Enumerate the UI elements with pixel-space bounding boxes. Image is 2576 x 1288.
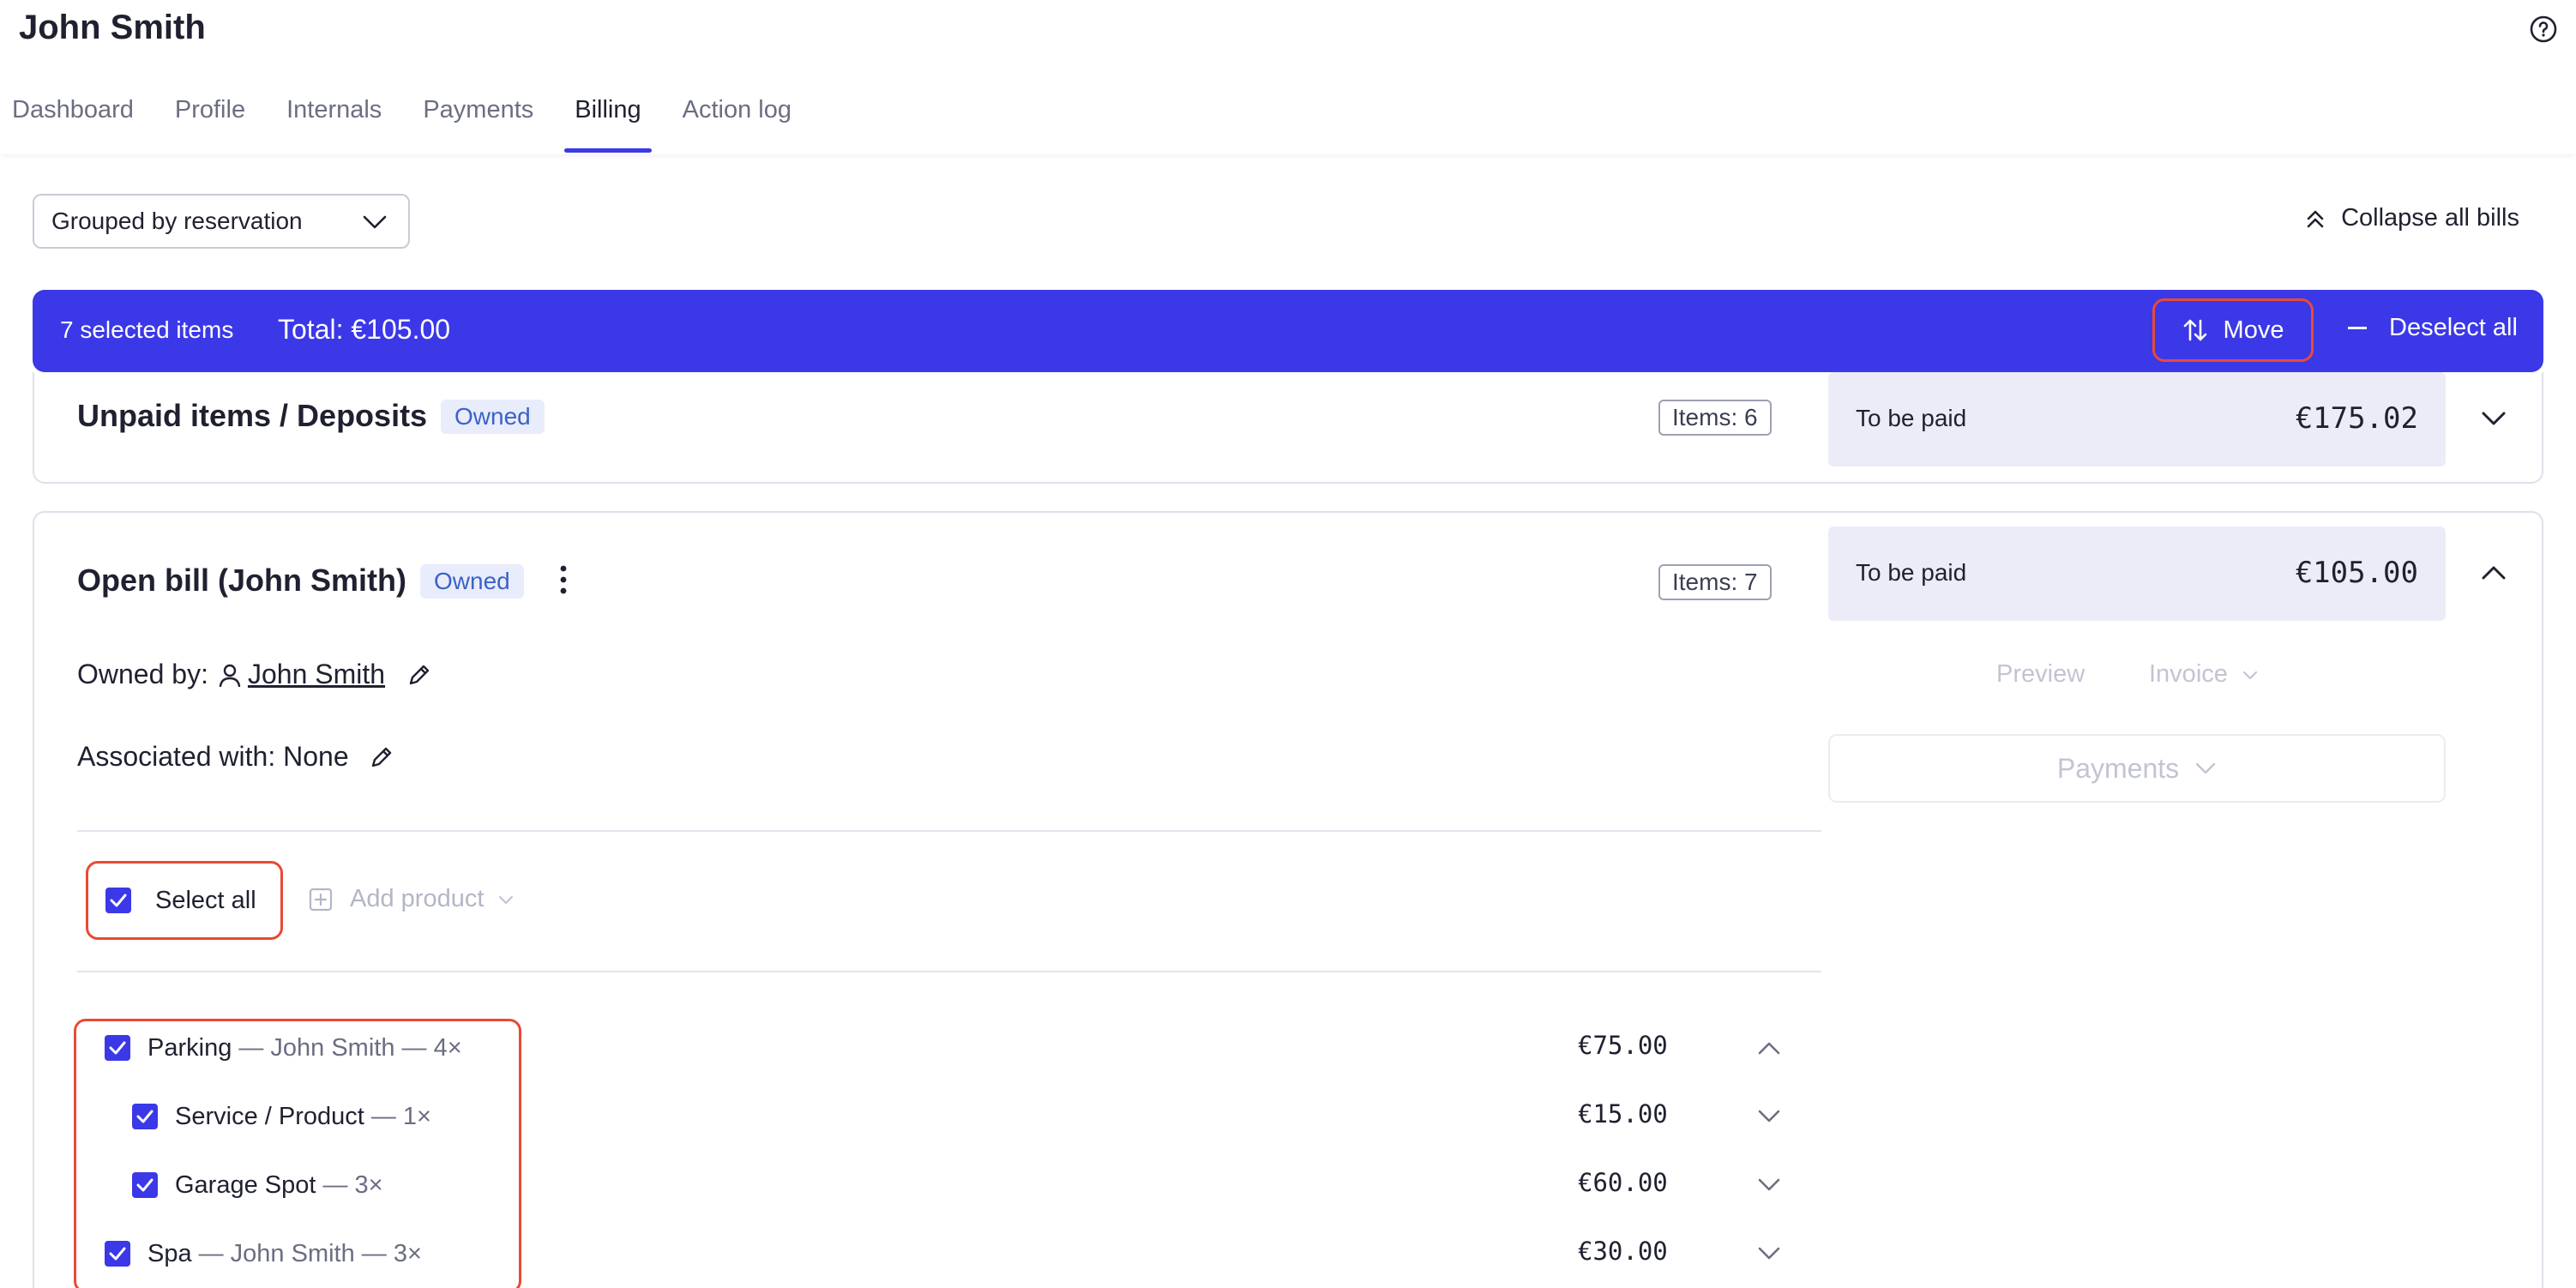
chevron-down-icon — [499, 895, 514, 904]
checkbox-checked-icon[interactable] — [132, 1104, 158, 1129]
owner-link[interactable]: John Smith — [248, 659, 385, 690]
item-price: €60.00 — [1578, 1168, 1668, 1197]
to-be-paid-amount: €175.02 — [2295, 401, 2418, 436]
payments-label: Payments — [2056, 752, 2180, 784]
tab-payments[interactable]: Payments — [412, 91, 544, 153]
grouping-select[interactable]: Grouped by reservation — [33, 194, 410, 249]
chevron-up-icon[interactable] — [2480, 563, 2507, 583]
divider — [77, 830, 1821, 832]
chevron-up-icon[interactable] — [1756, 1039, 1782, 1056]
move-label: Move — [2223, 316, 2284, 344]
chevron-down-icon[interactable] — [2480, 408, 2507, 429]
bill-card-open: Open bill (John Smith) Owned Items: 7 To… — [33, 511, 2543, 1288]
double-chevron-up-icon — [2307, 210, 2324, 227]
add-product-button[interactable]: Add product — [309, 885, 532, 913]
item-meta: — 1× — [370, 1102, 431, 1130]
collapse-all-button[interactable]: Collapse all bills — [2305, 204, 2519, 232]
pencil-icon[interactable] — [370, 745, 394, 769]
page-title: John Smith — [19, 9, 206, 46]
deselect-all-label: Deselect all — [2389, 314, 2518, 341]
collapse-all-label: Collapse all bills — [2341, 204, 2519, 232]
add-product-label: Add product — [350, 885, 485, 912]
items-count: Items: 6 — [1658, 400, 1772, 436]
list-item[interactable]: Spa — John Smith — 3× — [105, 1237, 422, 1271]
invoice-dropdown[interactable]: Invoice — [2149, 660, 2259, 689]
grouping-select-value: Grouped by reservation — [51, 208, 303, 234]
tab-internals[interactable]: Internals — [276, 91, 392, 153]
selection-bar: 7 selected items Total: €105.00 Move Des… — [33, 290, 2543, 372]
selected-total: Total: €105.00 — [278, 314, 451, 345]
checkbox-checked-icon[interactable] — [132, 1172, 158, 1198]
to-be-paid-label: To be paid — [1856, 559, 1967, 586]
swap-vertical-icon — [2183, 319, 2206, 341]
bill-title: Open bill (John Smith) — [77, 563, 406, 598]
invoice-label: Invoice — [2149, 660, 2228, 688]
owned-badge: Owned — [420, 564, 524, 599]
list-item[interactable]: Service / Product — 1× — [132, 1099, 431, 1134]
item-price: €75.00 — [1578, 1031, 1668, 1060]
item-meta: — 3× — [322, 1171, 383, 1199]
chevron-down-icon — [2242, 671, 2257, 679]
associated-with: Associated with: None — [77, 741, 394, 773]
plus-square-icon — [309, 888, 333, 911]
checkbox-checked-icon[interactable] — [105, 1241, 130, 1267]
tab-billing[interactable]: Billing — [564, 91, 653, 153]
associated-label: Associated with: None — [77, 741, 349, 772]
owned-by: Owned by: John Smith — [77, 659, 431, 690]
preview-button[interactable]: Preview — [1996, 660, 2085, 689]
chevron-down-icon[interactable] — [1756, 1245, 1782, 1262]
selected-count: 7 selected items — [60, 316, 234, 343]
select-all-label: Select all — [155, 886, 256, 914]
user-icon — [219, 664, 241, 687]
select-all-checkbox[interactable]: Select all — [86, 861, 283, 940]
items-count: Items: 7 — [1658, 564, 1772, 600]
chevron-down-icon — [363, 215, 387, 229]
tab-profile[interactable]: Profile — [165, 91, 256, 153]
item-name: Garage Spot — [175, 1171, 316, 1199]
help-icon[interactable] — [2528, 14, 2559, 45]
deselect-all-button[interactable]: Deselect all — [2348, 314, 2518, 342]
to-be-paid-label: To be paid — [1856, 405, 1967, 431]
pencil-icon[interactable] — [407, 663, 431, 687]
tab-dashboard[interactable]: Dashboard — [0, 91, 144, 153]
divider — [77, 971, 1821, 972]
chevron-down-icon — [2195, 762, 2216, 774]
move-button[interactable]: Move — [2152, 298, 2314, 362]
tab-bar: Dashboard Profile Internals Payments Bil… — [0, 91, 822, 153]
list-item[interactable]: Garage Spot — 3× — [132, 1168, 383, 1202]
bill-card-unpaid: Unpaid items / Deposits Owned Items: 6 T… — [33, 372, 2543, 484]
item-name: Parking — [147, 1033, 232, 1062]
list-item[interactable]: Parking — John Smith — 4× — [105, 1031, 462, 1065]
more-vertical-icon[interactable] — [557, 563, 569, 597]
payments-dropdown[interactable]: Payments — [1828, 734, 2446, 803]
checkbox-checked-icon[interactable] — [105, 1035, 130, 1061]
to-be-paid-amount: €105.00 — [2295, 556, 2418, 590]
item-price: €15.00 — [1578, 1099, 1668, 1129]
item-meta: — John Smith — 4× — [238, 1033, 462, 1062]
chevron-down-icon[interactable] — [1756, 1108, 1782, 1125]
item-meta: — John Smith — 3× — [198, 1239, 422, 1267]
tab-action-log[interactable]: Action log — [672, 91, 802, 153]
item-price: €30.00 — [1578, 1237, 1668, 1266]
owned-badge: Owned — [441, 400, 545, 434]
bill-title: Unpaid items / Deposits — [77, 398, 428, 433]
item-name: Spa — [147, 1239, 192, 1267]
owned-by-label: Owned by: — [77, 659, 208, 689]
checkbox-checked-icon — [105, 888, 131, 913]
minus-icon — [2348, 327, 2367, 329]
to-be-paid-box: To be paid €105.00 — [1828, 527, 2446, 621]
item-name: Service / Product — [175, 1102, 364, 1130]
chevron-down-icon[interactable] — [1756, 1177, 1782, 1194]
page-header: John Smith Dashboard Profile Internals P… — [0, 0, 2576, 154]
to-be-paid-box: To be paid €175.02 — [1828, 372, 2446, 466]
